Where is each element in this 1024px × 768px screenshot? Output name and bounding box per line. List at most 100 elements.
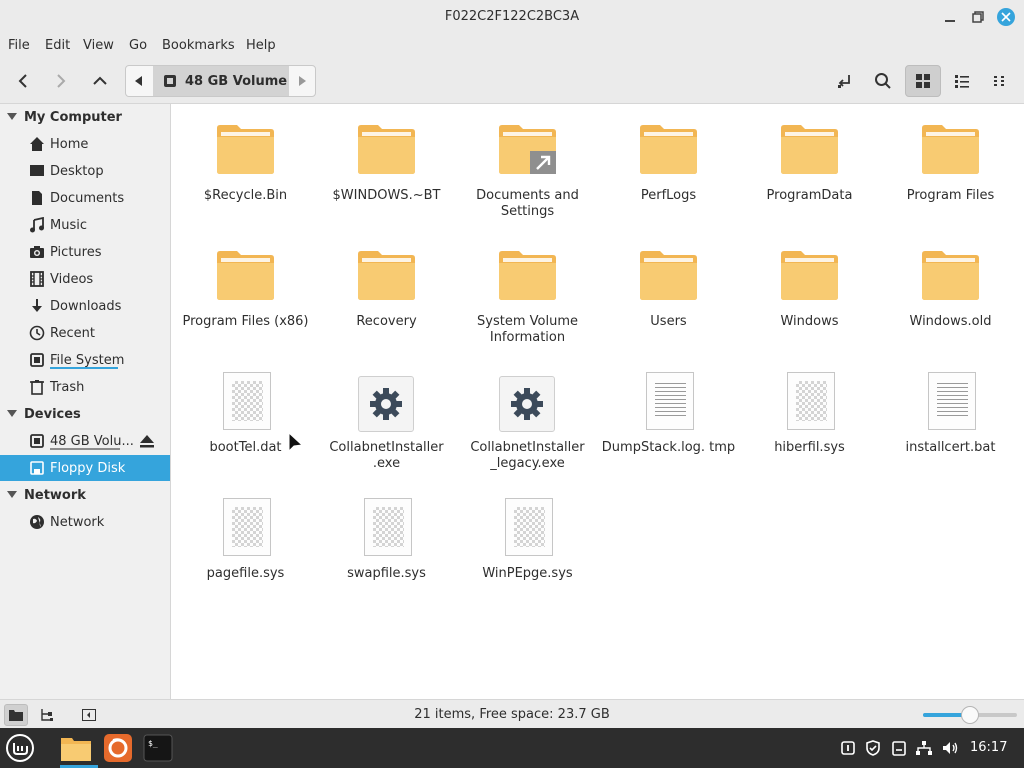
- file-name: System Volume Information: [477, 314, 578, 345]
- text-file-icon: [646, 372, 694, 430]
- file-item-folder[interactable]: PerfLogs: [598, 124, 739, 204]
- menu-file[interactable]: File: [8, 38, 30, 53]
- sidebar-item-volume[interactable]: 48 GB Volu...: [0, 428, 170, 454]
- sidebar-section-network[interactable]: Network: [0, 484, 86, 506]
- toolbar: 48 GB Volume: [0, 59, 1024, 104]
- taskbar-firefox[interactable]: [102, 732, 134, 764]
- forward-button[interactable]: [46, 67, 76, 95]
- search-button[interactable]: [868, 67, 898, 95]
- up-button[interactable]: [85, 67, 115, 95]
- up-arrow-icon: [93, 76, 107, 85]
- menu-bookmarks[interactable]: Bookmarks: [162, 38, 235, 53]
- home-icon: [28, 135, 46, 153]
- menu-go[interactable]: Go: [129, 38, 147, 53]
- file-item-folder-link[interactable]: Documents and Settings: [457, 124, 598, 220]
- file-name: swapfile.sys: [347, 566, 426, 581]
- clock-icon: [28, 324, 46, 342]
- file-item-exe[interactable]: CollabnetInstaller _legacy.exe: [457, 376, 598, 472]
- status-bar: 21 items, Free space: 23.7 GB: [0, 699, 1024, 728]
- folder-icon: [499, 125, 556, 174]
- triangle-left-icon: [135, 76, 142, 86]
- status-text: 21 items, Free space: 23.7 GB: [414, 707, 610, 722]
- sidebar-item-home[interactable]: Home: [0, 131, 170, 157]
- path-segment-current[interactable]: 48 GB Volume: [153, 66, 289, 96]
- file-item-folder[interactable]: Windows.old: [880, 250, 1021, 330]
- menu-help[interactable]: Help: [246, 38, 276, 53]
- close-button[interactable]: [996, 7, 1016, 27]
- toggle-location-button[interactable]: [830, 67, 860, 95]
- camera-icon: [28, 243, 46, 261]
- taskbar-file-manager[interactable]: [60, 732, 98, 768]
- sidebar-item-desktop[interactable]: Desktop: [0, 158, 170, 184]
- update-manager-icon[interactable]: [838, 738, 858, 758]
- sidebar-section-devices[interactable]: Devices: [0, 403, 81, 425]
- clock[interactable]: 16:17: [970, 740, 1007, 755]
- network-icon[interactable]: [914, 738, 934, 758]
- file-item-folder[interactable]: Windows: [739, 250, 880, 330]
- binary-file-icon: [364, 498, 412, 556]
- folder-icon: [640, 251, 697, 300]
- triangle-right-icon: [299, 76, 306, 86]
- start-menu-button[interactable]: [4, 732, 36, 764]
- minimize-button[interactable]: [940, 7, 960, 27]
- file-item-folder[interactable]: Program Files (x86): [175, 250, 316, 330]
- restore-icon: [972, 11, 984, 23]
- file-item-folder[interactable]: $WINDOWS.~BT: [316, 124, 457, 204]
- file-item-text[interactable]: installcert.bat: [880, 372, 1021, 456]
- file-item-folder[interactable]: $Recycle.Bin: [175, 124, 316, 204]
- sidebar-section-title: Devices: [24, 406, 81, 422]
- zoom-slider-handle[interactable]: [961, 706, 979, 724]
- desktop-icon: [28, 162, 46, 180]
- file-name: PerfLogs: [640, 188, 697, 203]
- path-left-button[interactable]: [126, 66, 152, 96]
- sidebar-section-my-computer[interactable]: My Computer: [0, 106, 122, 128]
- eject-icon: [140, 435, 154, 448]
- drive-icon: [164, 75, 176, 87]
- file-item-folder[interactable]: Recovery: [316, 250, 457, 330]
- clipboard-icon[interactable]: [889, 738, 909, 758]
- file-item-text[interactable]: DumpStack.log. tmp: [598, 372, 739, 456]
- volume-icon[interactable]: [941, 738, 961, 758]
- eject-button[interactable]: [139, 433, 155, 453]
- icon-view-button[interactable]: [905, 65, 941, 97]
- menu-edit[interactable]: Edit: [45, 38, 70, 53]
- compact-view-button[interactable]: [985, 67, 1015, 95]
- expander-down-icon: [7, 410, 17, 417]
- sidebar-item-recent[interactable]: Recent: [0, 320, 170, 346]
- taskbar-terminal[interactable]: $_: [142, 732, 174, 764]
- sidebar-item-downloads[interactable]: Downloads: [0, 293, 170, 319]
- file-item-folder[interactable]: ProgramData: [739, 124, 880, 204]
- file-view[interactable]: $Recycle.Bin $WINDOWS.~BT Documents and …: [172, 104, 1024, 699]
- file-item-exe[interactable]: CollabnetInstaller .exe: [316, 376, 457, 472]
- file-item-folder[interactable]: Users: [598, 250, 739, 330]
- sidebar-item-label: Pictures: [50, 244, 102, 260]
- path-right-button[interactable]: [290, 66, 316, 96]
- taskbar: $_ 16:17: [0, 728, 1024, 768]
- file-item-folder[interactable]: Program Files: [880, 124, 1021, 204]
- file-item-folder[interactable]: System Volume Information: [457, 250, 598, 346]
- sidebar-item-label: 48 GB Volu...: [50, 433, 134, 449]
- menu-view[interactable]: View: [83, 38, 114, 53]
- sidebar-item-trash[interactable]: Trash: [0, 374, 170, 400]
- sidebar-item-floppy-disk[interactable]: Floppy Disk: [0, 455, 170, 481]
- sidebar-item-network[interactable]: Network: [0, 509, 170, 535]
- file-item-binary[interactable]: WinPEpge.sys: [457, 498, 598, 582]
- file-name: Program Files: [906, 188, 995, 203]
- sidebar-item-pictures[interactable]: Pictures: [0, 239, 170, 265]
- sidebar-item-label: Network: [50, 514, 105, 530]
- sidebar-item-documents[interactable]: Documents: [0, 185, 170, 211]
- file-item-binary[interactable]: swapfile.sys: [316, 498, 457, 582]
- file-item-binary[interactable]: hiberfil.sys: [739, 372, 880, 456]
- back-button[interactable]: [8, 67, 38, 95]
- shield-icon[interactable]: [863, 738, 883, 758]
- sidebar-item-label: File System: [50, 352, 125, 368]
- sidebar-item-videos[interactable]: Videos: [0, 266, 170, 292]
- file-name: Recovery: [356, 314, 417, 329]
- sidebar-item-music[interactable]: Music: [0, 212, 170, 238]
- close-icon: [1001, 12, 1011, 22]
- folder-icon: [61, 738, 91, 761]
- file-item-binary[interactable]: pagefile.sys: [175, 498, 316, 582]
- sidebar-item-file-system[interactable]: File System: [0, 347, 170, 373]
- list-view-button[interactable]: [947, 67, 977, 95]
- maximize-button[interactable]: [968, 7, 988, 27]
